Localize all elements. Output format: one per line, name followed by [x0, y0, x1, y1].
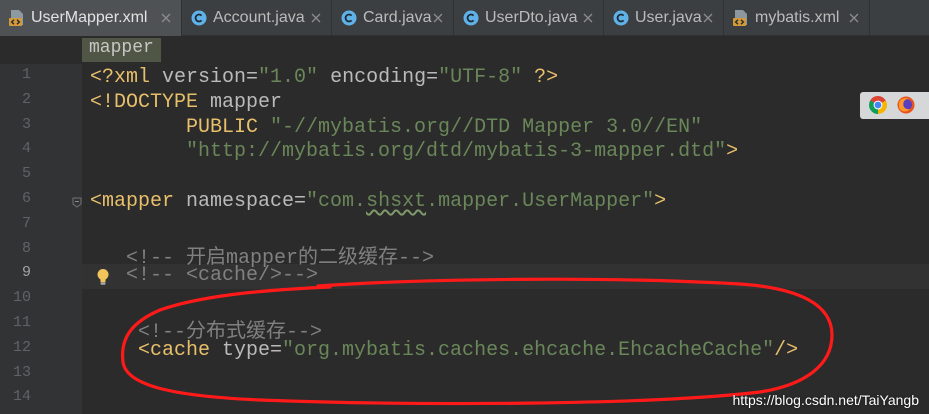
breadcrumb-item-mapper[interactable]: mapper: [82, 38, 161, 62]
firefox-icon[interactable]: [897, 96, 915, 114]
tab-label: mybatis.xml: [755, 9, 840, 26]
code-line[interactable]: <mapper namespace= "com. shsxt .mapper.U…: [82, 190, 929, 215]
code-token: namespace=: [174, 189, 307, 213]
code-line[interactable]: <!--分布式缓存-->: [82, 314, 929, 344]
tab-label: Card.java: [363, 9, 432, 26]
line-number: 13: [12, 363, 31, 381]
tab-account-java[interactable]: Account.java: [182, 0, 332, 36]
code-token: "org.mybatis.caches.ehcache.EhcacheCache…: [282, 338, 775, 362]
editor-tab-bar: UserMapper.xml Account.java Card.java Us…: [0, 0, 929, 36]
line-number: 11: [12, 313, 31, 331]
tab-userdto-java[interactable]: UserDto.java: [454, 0, 604, 36]
lightbulb-icon[interactable]: [96, 268, 110, 286]
code-token: .mapper.UserMapper": [426, 189, 655, 213]
code-comment: <!-- <cache/>-->: [126, 264, 319, 288]
tab-label: Account.java: [213, 9, 305, 26]
code-token: />: [774, 338, 799, 362]
close-icon[interactable]: [849, 13, 859, 23]
line-number: 14: [12, 388, 31, 406]
code-token: PUBLIC: [186, 115, 259, 139]
tab-usermapper-xml[interactable]: UserMapper.xml: [0, 0, 182, 36]
code-token: <mapper: [90, 189, 175, 213]
code-token: <?xml: [90, 66, 151, 89]
line-number: 4: [21, 140, 31, 158]
code-token: ?>: [522, 66, 559, 89]
java-class-icon: [613, 10, 629, 26]
editor-gutter[interactable]: 1 2 3 4 5 6 7 8 9 10 11 12 13 14: [0, 64, 82, 414]
line-number: 2: [21, 90, 31, 108]
code-line[interactable]: <?xml version= "1.0" encoding= "UTF-8" ?…: [82, 66, 929, 91]
line-number: 7: [21, 214, 31, 232]
line-number: 10: [12, 289, 31, 307]
code-token: "UTF-8": [438, 66, 523, 89]
tab-label: UserDto.java: [485, 9, 578, 26]
code-line[interactable]: PUBLIC "-//mybatis.org//DTD Mapper 3.0//…: [82, 116, 929, 141]
code-token: type=: [210, 338, 283, 362]
code-line[interactable]: [82, 289, 929, 314]
code-comment: <!--分布式缓存-->: [138, 320, 323, 344]
code-line[interactable]: "http://mybatis.org/dtd/mybatis-3-mapper…: [82, 140, 929, 165]
browser-toolbar: [860, 92, 929, 119]
code-comment: <!-- 开启mapper的二级缓存-->: [126, 246, 435, 270]
code-line[interactable]: [82, 215, 929, 240]
code-line[interactable]: [82, 165, 929, 190]
line-number: 6: [21, 189, 31, 207]
close-icon[interactable]: [703, 13, 713, 23]
xml-file-icon: [9, 10, 23, 26]
code-token: >: [726, 140, 739, 164]
code-line-current[interactable]: <!-- <cache/>-->: [82, 264, 929, 290]
line-number: 12: [12, 338, 31, 356]
fold-marker-icon[interactable]: [72, 197, 82, 208]
line-number-current: 9: [21, 264, 31, 282]
close-icon[interactable]: [311, 13, 321, 23]
tab-card-java[interactable]: Card.java: [332, 0, 454, 36]
code-token: "http://mybatis.org/dtd/mybatis-3-mapper…: [186, 140, 727, 164]
line-number: 1: [21, 66, 31, 83]
code-token: "1.0": [258, 66, 319, 89]
close-icon[interactable]: [161, 13, 171, 23]
chrome-icon[interactable]: [869, 96, 887, 114]
line-number: 8: [21, 239, 31, 257]
code-token-typo: shsxt: [366, 189, 427, 213]
java-class-icon: [341, 10, 357, 26]
breadcrumb: mapper: [0, 36, 929, 64]
tab-mybatis-xml[interactable]: mybatis.xml: [724, 0, 870, 36]
watermark: https://blog.csdn.net/TaiYangb: [732, 392, 919, 408]
line-number: 3: [21, 115, 31, 133]
code-token: version=: [150, 66, 259, 89]
code-token: <cache: [138, 338, 211, 362]
code-line[interactable]: [82, 364, 929, 389]
code-line[interactable]: <cache type= "org.mybatis.caches.ehcache…: [82, 339, 929, 364]
code-line[interactable]: <!DOCTYPE mapper: [82, 91, 929, 116]
tab-user-java[interactable]: User.java: [604, 0, 724, 36]
close-icon[interactable]: [583, 13, 593, 23]
code-token: <!DOCTYPE: [90, 90, 199, 114]
code-token: "com.: [306, 189, 367, 213]
java-class-icon: [191, 10, 207, 26]
code-line[interactable]: <!-- 开启mapper的二级缓存-->: [82, 240, 929, 270]
xml-file-icon: [733, 10, 747, 26]
line-number: 5: [21, 165, 31, 183]
java-class-icon: [463, 10, 479, 26]
code-editor[interactable]: <?xml version= "1.0" encoding= "UTF-8" ?…: [82, 64, 929, 414]
code-token: mapper: [198, 90, 283, 114]
tab-label: User.java: [635, 9, 702, 26]
code-token: encoding=: [318, 66, 439, 89]
code-token: >: [654, 189, 667, 213]
close-icon[interactable]: [433, 13, 443, 23]
code-token: "-//mybatis.org//DTD Mapper 3.0//EN": [258, 115, 703, 139]
tab-label: UserMapper.xml: [31, 9, 148, 26]
